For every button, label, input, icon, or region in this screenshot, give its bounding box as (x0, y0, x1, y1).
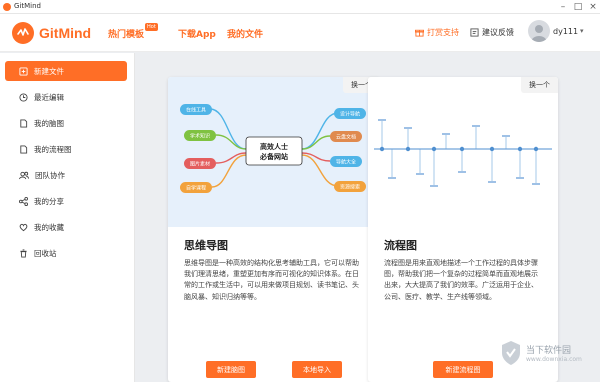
trash-icon (20, 248, 27, 258)
sidebar-item-label: 我的脑图 (34, 118, 64, 128)
username[interactable]: dy111 (553, 27, 578, 36)
mindmap-node-label: 导航大全 (336, 159, 356, 166)
file-icon (20, 144, 28, 154)
mindmap-node-label: 学术知识 (190, 133, 210, 140)
sidebar-item-trash[interactable]: 回收站 (5, 243, 127, 263)
brand-name: GitMind (39, 25, 92, 41)
share-icon (19, 196, 28, 206)
close-button[interactable]: × (586, 1, 600, 13)
support-link[interactable]: 打赏支持 (415, 27, 459, 38)
mindmap-card-title: 思维导图 (184, 239, 228, 252)
nav-hot-templates[interactable]: 热门模板 (108, 27, 144, 40)
flowchart-preview[interactable] (368, 77, 558, 227)
watermark-line2: www.downxia.com (526, 356, 582, 363)
top-header: GitMind 热门模板 Hot 下载App 我的文件 打赏支持 建议反馈 dy… (0, 14, 600, 52)
sidebar-item-label: 回收站 (34, 248, 57, 258)
feedback-icon (470, 28, 479, 37)
shield-logo-icon (502, 341, 520, 365)
sidebar-item-label: 我的分享 (34, 196, 64, 206)
mindmap-node-label: 云盘文档 (336, 134, 356, 141)
team-icon (19, 171, 29, 179)
mindmap-node-label: 资源搜索 (340, 184, 360, 191)
mindmap-node-label: 设计导航 (340, 111, 360, 118)
sidebar-item-favorites[interactable]: 我的收藏 (5, 217, 127, 237)
brand-logo-link[interactable]: GitMind (12, 22, 91, 44)
nav-download-app[interactable]: 下载App (178, 27, 216, 40)
avatar[interactable] (528, 20, 550, 42)
local-import-button[interactable]: 本地导入 (292, 361, 342, 378)
support-label: 打赏支持 (427, 28, 459, 37)
heart-icon (19, 223, 28, 231)
sidebar: 新建文件 最近编辑 我的脑图 我的流程图 团队协作 我的分享 我的收藏 回收站 (0, 53, 135, 382)
file-icon (20, 118, 28, 128)
site-watermark: 当下软件园 www.downxia.com (500, 340, 582, 366)
feedback-link[interactable]: 建议反馈 (470, 27, 514, 38)
mindmap-center-line2: 必备网站 (259, 152, 288, 161)
gitmind-logo-icon (12, 22, 34, 44)
flowchart-card-title: 流程图 (384, 239, 417, 252)
sidebar-item-label: 我的收藏 (34, 222, 64, 232)
window-titlebar: GitMind – □ × (0, 0, 600, 14)
mindmap-preview[interactable]: 高效人士 必备网站 在线工具 学术知识 图片素材 自学课程 设计导航 云盘文档 … (168, 77, 380, 227)
hot-badge: Hot (145, 23, 158, 31)
sidebar-item-my-flowcharts[interactable]: 我的流程图 (5, 139, 127, 159)
mindmap-card-description: 思维导图是一种高效的结构化思考辅助工具，它可以帮助我们理清思绪，重塑更加有序而可… (184, 259, 359, 301)
sidebar-item-team[interactable]: 团队协作 (5, 165, 127, 185)
mindmap-node-label: 图片素材 (190, 161, 210, 168)
flowchart-card[interactable]: 换一个 流程图 流程图是用来直观地描述一个工作过程的具体步骤图，帮助我们把一个复… (368, 77, 558, 382)
window-title: GitMind (14, 2, 41, 10)
sidebar-item-recent[interactable]: 最近编辑 (5, 87, 127, 107)
sidebar-item-my-shares[interactable]: 我的分享 (5, 191, 127, 211)
sidebar-item-label: 我的流程图 (34, 144, 72, 154)
chevron-down-icon[interactable]: ▾ (580, 27, 584, 35)
main-content: 高效人士 必备网站 在线工具 学术知识 图片素材 自学课程 设计导航 云盘文档 … (140, 53, 600, 382)
mindmap-node-label: 在线工具 (186, 107, 206, 114)
app-icon (3, 3, 11, 11)
flowchart-card-description: 流程图是用来直观地描述一个工作过程的具体步骤图，帮助我们把一个复杂的过程简单而直… (384, 259, 538, 301)
watermark-line1: 当下软件园 (526, 346, 572, 356)
clock-icon (19, 92, 28, 102)
nav-my-files[interactable]: 我的文件 (227, 27, 263, 40)
minimize-button[interactable]: – (556, 1, 570, 13)
mindmap-card[interactable]: 高效人士 必备网站 在线工具 学术知识 图片素材 自学课程 设计导航 云盘文档 … (168, 77, 380, 382)
new-mindmap-button[interactable]: 新建脑图 (206, 361, 256, 378)
swap-template-button[interactable]: 换一个 (521, 77, 558, 93)
feedback-label: 建议反馈 (482, 28, 514, 37)
sidebar-item-label: 新建文件 (34, 66, 64, 76)
sidebar-item-label: 最近编辑 (34, 92, 64, 102)
mindmap-diagram: 高效人士 必备网站 在线工具 学术知识 图片素材 自学课程 设计导航 云盘文档 … (180, 104, 366, 193)
sidebar-item-label: 团队协作 (35, 170, 65, 180)
flowchart-diagram (374, 119, 552, 187)
sidebar-item-new-file[interactable]: 新建文件 (5, 61, 127, 81)
mindmap-node-label: 自学课程 (186, 185, 206, 192)
new-file-icon (19, 66, 28, 76)
gift-icon (415, 29, 424, 37)
maximize-button[interactable]: □ (571, 1, 585, 13)
sidebar-item-my-mindmaps[interactable]: 我的脑图 (5, 113, 127, 133)
mindmap-center-line1: 高效人士 (260, 142, 288, 151)
new-flowchart-button[interactable]: 新建流程图 (433, 361, 493, 378)
